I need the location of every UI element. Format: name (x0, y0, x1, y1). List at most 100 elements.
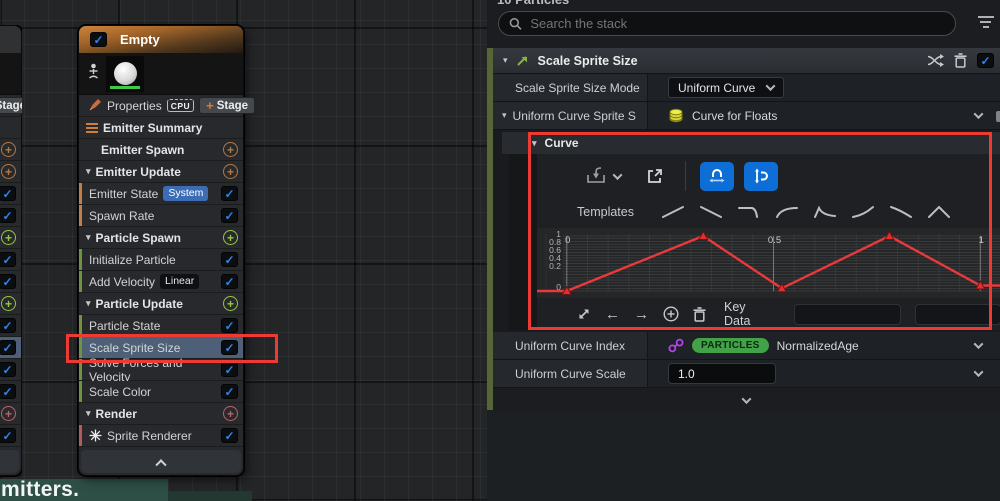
add-module-icon[interactable]: + (1, 164, 16, 179)
enable-checkbox[interactable]: ✓ (221, 384, 238, 399)
add-stage-button[interactable]: +Stage (199, 97, 255, 114)
enable-checkbox[interactable]: ✓ (0, 362, 16, 377)
collapse-arrow-icon[interactable]: ▾ (532, 139, 537, 148)
collapse-arrow-icon[interactable]: ▾ (502, 111, 507, 120)
emitter-row-properties[interactable]: PropertiesCPU+Stage (79, 95, 243, 117)
enable-checkbox[interactable]: ✓ (0, 428, 16, 443)
add-stage-button[interactable]: +Stage (0, 97, 22, 114)
emitter-node[interactable]: ✓Empty PropertiesCPU+StageEmitter Summary… (78, 25, 244, 476)
dynamic-input-name[interactable]: Curve for Floats (692, 109, 777, 123)
chevron-down-icon[interactable] (974, 367, 984, 377)
add-module-icon[interactable]: + (223, 164, 238, 179)
emitter-header[interactable]: ✓Empty (0, 26, 21, 53)
collapse-arrow-icon[interactable]: ▾ (86, 167, 91, 176)
emitter-row-emitter-update[interactable]: ▾Emitter Update+ (79, 161, 243, 183)
emitter-row-sprite-renderer[interactable]: Sprite Renderer✓ (0, 425, 21, 447)
module-enabled-checkbox[interactable]: ✓ (977, 53, 994, 68)
emitter-row-render[interactable]: ▾Render+ (79, 403, 243, 425)
delete-key-icon[interactable] (693, 307, 706, 322)
enable-checkbox[interactable]: ✓ (221, 186, 238, 201)
emitter-row-render[interactable]: ▾Render+ (0, 403, 21, 425)
fit-view-icon[interactable] (577, 307, 591, 321)
enable-checkbox[interactable]: ✓ (221, 208, 238, 223)
key-value-input[interactable] (915, 304, 1000, 325)
add-module-icon[interactable]: + (1, 230, 16, 245)
add-module-icon[interactable]: + (223, 142, 238, 157)
partial-emitter-node[interactable]: ✓Empty PropertiesCPU+StageEmitter Summary… (0, 25, 22, 477)
save-curve-icon[interactable] (585, 167, 607, 185)
chevron-down-icon[interactable] (974, 339, 984, 349)
emitter-row-add-velocity[interactable]: Add VelocityLinear✓ (0, 271, 21, 293)
stack-filter-icon[interactable] (978, 16, 994, 31)
delete-module-icon[interactable] (954, 53, 967, 68)
emitter-row-emitter-state[interactable]: Emitter StateSystem✓ (0, 183, 21, 205)
enable-checkbox[interactable]: ✓ (221, 428, 238, 443)
add-module-icon[interactable]: + (223, 406, 238, 421)
add-module-icon[interactable]: + (1, 296, 16, 311)
emitter-row-scale-sprite-size[interactable]: Scale Sprite Size✓ (0, 337, 21, 359)
emitter-row-initialize-particle[interactable]: Initialize Particle✓ (79, 249, 243, 271)
emitter-thumbnail[interactable] (106, 56, 144, 92)
emitter-row-solve-forces-and-velocity[interactable]: Solve Forces and Velocity✓ (0, 359, 21, 381)
open-external-icon[interactable] (647, 168, 663, 184)
curve-subheader[interactable]: ▾ Curve (502, 132, 1000, 154)
emitter-row-particle-spawn[interactable]: ▾Particle Spawn+ (0, 227, 21, 249)
add-module-icon[interactable]: + (1, 406, 16, 421)
attribute-name[interactable]: NormalizedAge (777, 339, 859, 353)
curve-scale-input[interactable]: 1.0 (668, 363, 776, 384)
mode-dropdown[interactable]: Uniform Curve (668, 77, 784, 98)
enable-checkbox[interactable]: ✓ (0, 318, 16, 333)
emitter-row-emitter-summary[interactable]: Emitter Summary (79, 117, 243, 139)
enable-checkbox[interactable]: ✓ (0, 274, 16, 289)
enable-checkbox[interactable]: ✓ (0, 340, 16, 355)
curve-template-impulse-decay-icon[interactable] (812, 204, 838, 220)
enable-checkbox[interactable]: ✓ (0, 384, 16, 399)
emitter-row-properties[interactable]: PropertiesCPU+Stage (0, 95, 21, 117)
collapse-arrow-icon[interactable]: ▾ (86, 409, 91, 418)
emitter-row-add-velocity[interactable]: Add VelocityLinear✓ (79, 271, 243, 293)
stretch-horizontal-button[interactable] (700, 162, 734, 191)
add-module-icon[interactable]: + (223, 296, 238, 311)
stack-search[interactable] (498, 11, 956, 36)
add-key-icon[interactable] (663, 306, 679, 322)
emitter-row-particle-update[interactable]: ▾Particle Update+ (79, 293, 243, 315)
randomize-icon[interactable] (927, 54, 944, 67)
collapse-arrow-icon[interactable]: ▾ (86, 233, 91, 242)
emitter-row-emitter-spawn[interactable]: Emitter Spawn+ (79, 139, 243, 161)
add-module-icon[interactable]: + (223, 230, 238, 245)
emitter-row-emitter-spawn[interactable]: Emitter Spawn+ (0, 139, 21, 161)
panel-expand-footer[interactable] (493, 388, 1000, 412)
collapse-arrow-icon[interactable]: ▾ (503, 56, 508, 65)
key-time-input[interactable] (794, 304, 901, 325)
curve-template-peak-icon[interactable] (926, 204, 952, 220)
emitter-row-emitter-summary[interactable]: Emitter Summary (0, 117, 21, 139)
emitter-collapse-button[interactable] (81, 450, 241, 473)
curve-template-step-down-icon[interactable] (736, 204, 762, 220)
enable-checkbox[interactable]: ✓ (0, 252, 16, 267)
enable-checkbox[interactable]: ✓ (221, 252, 238, 267)
emitter-collapse-button[interactable] (0, 450, 19, 473)
property-label[interactable]: ▾ Uniform Curve Sprite S (493, 102, 648, 129)
curve-graph[interactable]: 00.5110.80.60.40.20 (537, 228, 1000, 298)
curve-template-ease-fall-icon[interactable] (888, 204, 914, 220)
emitter-row-scale-color[interactable]: Scale Color✓ (0, 381, 21, 403)
add-module-icon[interactable]: + (1, 142, 16, 157)
next-key-icon[interactable]: → (634, 307, 649, 322)
emitter-row-scale-color[interactable]: Scale Color✓ (79, 381, 243, 403)
module-header[interactable]: ▾ Scale Sprite Size (493, 48, 1000, 74)
curve-template-ease-out-rise-icon[interactable] (774, 204, 800, 220)
enable-checkbox[interactable]: ✓ (221, 318, 238, 333)
curve-template-ease-in-rise-icon[interactable] (850, 204, 876, 220)
chevron-down-icon[interactable] (974, 109, 984, 119)
emitter-header[interactable]: ✓Empty (79, 26, 243, 53)
emitter-row-particle-state[interactable]: Particle State✓ (0, 315, 21, 337)
enable-checkbox[interactable]: ✓ (90, 32, 107, 47)
emitter-row-emitter-update[interactable]: ▾Emitter Update+ (0, 161, 21, 183)
emitter-row-spawn-rate[interactable]: Spawn Rate✓ (0, 205, 21, 227)
enable-checkbox[interactable]: ✓ (221, 274, 238, 289)
emitter-row-initialize-particle[interactable]: Initialize Particle✓ (0, 249, 21, 271)
emitter-row-particle-spawn[interactable]: ▾Particle Spawn+ (79, 227, 243, 249)
emitter-row-particle-update[interactable]: ▾Particle Update+ (0, 293, 21, 315)
prev-key-icon[interactable]: ← (605, 307, 620, 322)
emitter-row-emitter-state[interactable]: Emitter StateSystem✓ (79, 183, 243, 205)
